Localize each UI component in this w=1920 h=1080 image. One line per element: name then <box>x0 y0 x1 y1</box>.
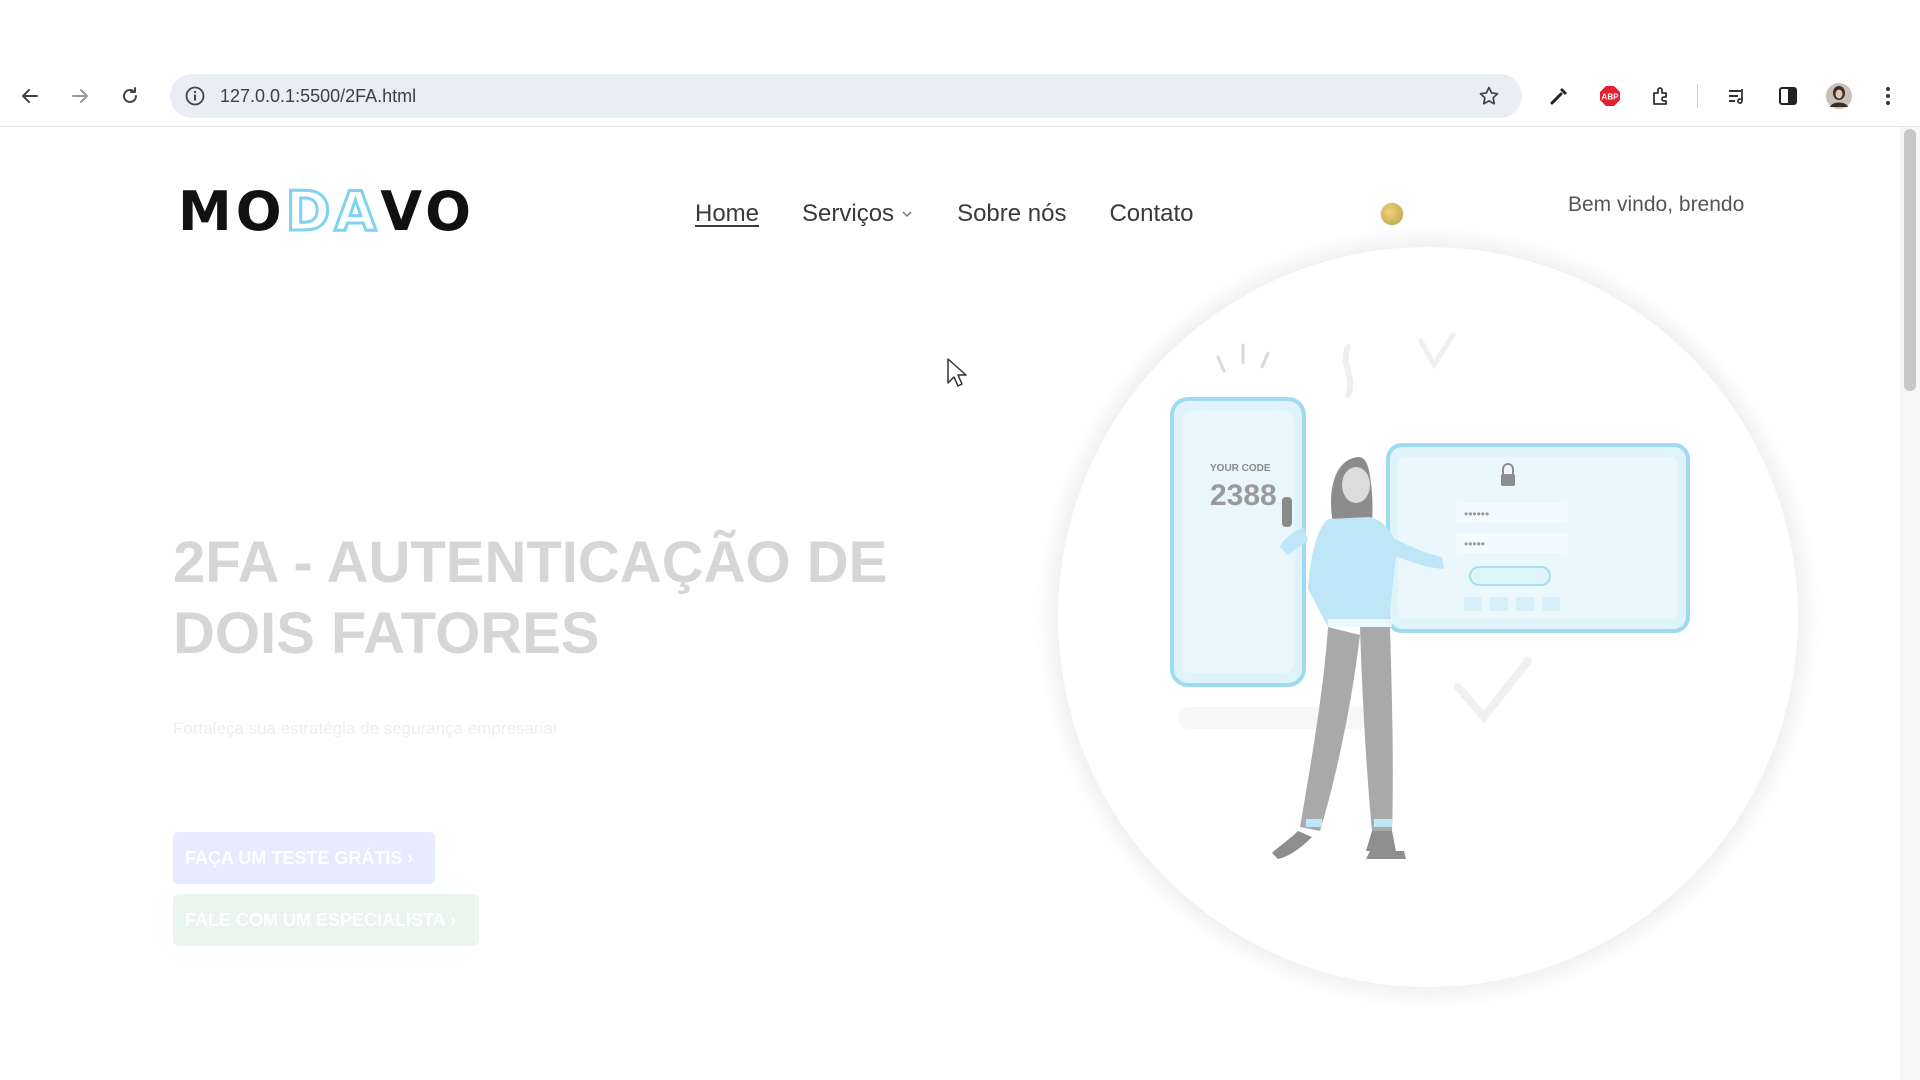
bookmark-star-icon <box>1479 86 1499 105</box>
address-bar[interactable]: 127.0.0.1:5500/2FA.html <box>170 74 1522 118</box>
browser-menu-button[interactable] <box>1871 79 1905 113</box>
menu-kebab-icon <box>1886 87 1890 105</box>
forward-button[interactable] <box>63 79 97 113</box>
hero-subtitle: Fortaleça sua estratégia de segurança em… <box>173 719 557 738</box>
extensions-button[interactable] <box>1644 79 1678 113</box>
url-text[interactable]: 127.0.0.1:5500/2FA.html <box>220 74 416 118</box>
free-trial-button[interactable]: FAÇA UM TESTE GRÁTIS › <box>173 832 435 884</box>
nav-servicos[interactable]: Serviços <box>802 200 914 228</box>
two-factor-illustration: YOUR CODE 2388 •••••• ••••• <box>1170 331 1690 859</box>
chevron-down-icon <box>902 211 912 218</box>
password-field-1: •••••• <box>1464 507 1489 521</box>
adblock-extension[interactable]: ABP <box>1593 79 1627 113</box>
nav-contato[interactable]: Contato <box>1109 200 1193 228</box>
back-button[interactable] <box>13 79 47 113</box>
back-icon <box>22 89 38 103</box>
toolbar-separator <box>1697 84 1698 108</box>
site-info-icon <box>185 86 205 106</box>
nav-home[interactable]: Home <box>695 200 759 228</box>
theme-toggle-icon[interactable] <box>1381 203 1403 225</box>
phone-code-label: YOUR CODE <box>1210 463 1271 474</box>
logo-part-3: VO <box>380 180 476 243</box>
web-page: MO DA VO Home Serviços Sobre nós Contato… <box>0 127 1900 1080</box>
forward-icon <box>72 89 88 103</box>
main-nav: Home Serviços Sobre nós Contato <box>695 194 1237 234</box>
reload-icon <box>123 87 137 103</box>
reading-list-button[interactable] <box>1720 79 1754 113</box>
window-top-area <box>0 0 1920 66</box>
scrollbar-thumb[interactable] <box>1904 129 1916 391</box>
welcome-message: Bem vindo, brendo <box>1568 193 1745 216</box>
reload-button[interactable] <box>113 79 147 113</box>
extensions-icon <box>1653 87 1667 105</box>
page-scrollbar[interactable] <box>1900 127 1920 1080</box>
modavo-logo[interactable]: MO DA VO <box>178 180 476 243</box>
hero-title: 2FA - AUTENTICAÇÃO DE DOIS FATORES <box>173 530 888 666</box>
hero-illustration: YOUR CODE 2388 •••••• ••••• <box>1058 247 1798 987</box>
bookmark-button[interactable] <box>1472 79 1506 113</box>
nav-sobre[interactable]: Sobre nós <box>957 200 1066 228</box>
eyedropper-extension[interactable] <box>1542 79 1576 113</box>
logo-part-1: MO <box>178 180 286 243</box>
nav-servicos-label: Serviços <box>802 200 895 227</box>
side-panel-icon <box>1779 87 1797 105</box>
phone-code: 2388 <box>1210 479 1277 512</box>
eyedropper-icon <box>1550 88 1567 105</box>
browser-toolbar: 127.0.0.1:5500/2FA.html ABP <box>0 66 1920 127</box>
mouse-cursor-icon <box>947 358 967 387</box>
reading-list-icon <box>1729 89 1743 104</box>
side-panel-button[interactable] <box>1771 79 1805 113</box>
logo-part-2: DA <box>284 180 381 243</box>
profile-button[interactable] <box>1822 79 1856 113</box>
adblock-icon: ABP <box>1600 86 1620 106</box>
password-field-2: ••••• <box>1464 537 1485 551</box>
adblock-label: ABP <box>1602 93 1620 102</box>
profile-avatar <box>1826 83 1852 109</box>
site-info-button[interactable] <box>178 79 212 113</box>
talk-to-specialist-button[interactable]: FALE COM UM ESPECIALISTA › <box>173 894 479 946</box>
